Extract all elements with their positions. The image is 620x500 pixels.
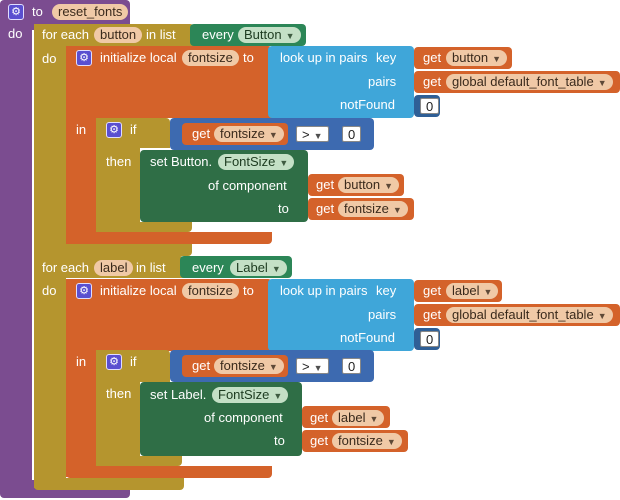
get-var-dropdown[interactable]: fontsize ▼ bbox=[332, 433, 402, 449]
get-label: get bbox=[310, 433, 329, 448]
get-label: get bbox=[316, 177, 335, 192]
chevron-down-icon: ▼ bbox=[369, 414, 379, 424]
get-label: get bbox=[423, 283, 442, 298]
number-field[interactable]: 0 bbox=[342, 126, 362, 142]
initialize-local-label: initialize local bbox=[100, 50, 177, 65]
procedure-to-label: to bbox=[32, 4, 43, 19]
lookup-label: look up in pairs bbox=[280, 283, 368, 298]
notfound-label: notFound bbox=[340, 330, 395, 345]
chevron-down-icon: ▼ bbox=[285, 31, 295, 41]
if-footer bbox=[96, 222, 192, 232]
set-label: set Label. bbox=[150, 387, 207, 402]
if-label: if bbox=[130, 122, 137, 137]
get-label: get bbox=[423, 50, 442, 65]
for-each-label: for each bbox=[42, 27, 89, 42]
loop-var-field[interactable]: label bbox=[94, 260, 134, 276]
number-field[interactable]: 0 bbox=[342, 358, 362, 374]
every-label: every bbox=[192, 260, 224, 275]
in-list-label: in list bbox=[136, 260, 166, 275]
get-label: get bbox=[310, 410, 329, 425]
chevron-down-icon: ▼ bbox=[313, 131, 323, 141]
chevron-down-icon: ▼ bbox=[597, 78, 607, 88]
get-label: get bbox=[423, 74, 442, 89]
of-component-label: of component bbox=[208, 178, 287, 193]
component-type-dropdown[interactable]: Label ▼ bbox=[230, 260, 287, 276]
mutator-gear-icon[interactable]: ⚙ bbox=[8, 4, 24, 20]
procedure-do-label: do bbox=[8, 26, 23, 41]
mutator-gear-icon[interactable]: ⚙ bbox=[106, 122, 122, 138]
get-label: get bbox=[192, 358, 211, 373]
key-label: key bbox=[376, 50, 397, 65]
chevron-down-icon: ▼ bbox=[268, 130, 278, 140]
chevron-down-icon: ▼ bbox=[483, 287, 493, 297]
set-to-label: to bbox=[274, 433, 285, 448]
chevron-down-icon: ▼ bbox=[271, 264, 281, 274]
mutator-gear-icon[interactable]: ⚙ bbox=[76, 50, 92, 66]
chevron-down-icon: ▼ bbox=[273, 391, 283, 401]
get-var-dropdown[interactable]: label ▼ bbox=[332, 410, 385, 426]
chevron-down-icon: ▼ bbox=[386, 437, 396, 447]
get-var-dropdown[interactable]: button ▼ bbox=[446, 50, 508, 66]
chevron-down-icon: ▼ bbox=[597, 311, 607, 321]
get-label: get bbox=[423, 307, 442, 322]
get-var-dropdown[interactable]: fontsize ▼ bbox=[214, 126, 284, 142]
loop-do-label: do bbox=[42, 283, 57, 298]
get-var-dropdown[interactable]: button ▼ bbox=[338, 177, 400, 193]
number-field[interactable]: 0 bbox=[420, 331, 440, 347]
number-field[interactable]: 0 bbox=[420, 98, 440, 114]
pairs-label: pairs bbox=[368, 307, 397, 322]
get-var-dropdown[interactable]: fontsize ▼ bbox=[338, 201, 408, 217]
initialize-local-arm bbox=[66, 46, 96, 244]
pairs-label: pairs bbox=[368, 74, 397, 89]
notfound-label: notFound bbox=[340, 97, 395, 112]
set-label: set Button. bbox=[150, 154, 213, 169]
for-each-label-footer bbox=[34, 478, 184, 490]
loop-do-label: do bbox=[42, 51, 57, 66]
chevron-down-icon: ▼ bbox=[384, 181, 394, 191]
chevron-down-icon: ▼ bbox=[392, 205, 402, 215]
if-label: if bbox=[130, 354, 137, 369]
chevron-down-icon: ▼ bbox=[268, 362, 278, 372]
initialize-local-arm bbox=[66, 279, 96, 477]
chevron-down-icon: ▼ bbox=[492, 54, 502, 64]
property-dropdown[interactable]: FontSize ▼ bbox=[212, 387, 289, 403]
in-list-label: in list bbox=[146, 27, 176, 42]
global-var-dropdown[interactable]: global default_font_table ▼ bbox=[446, 74, 613, 90]
get-var-dropdown[interactable]: fontsize ▼ bbox=[214, 358, 284, 374]
local-var-field[interactable]: fontsize bbox=[182, 50, 239, 66]
then-label: then bbox=[106, 386, 132, 401]
initialize-local-footer bbox=[66, 466, 272, 478]
for-each-label: for each bbox=[42, 260, 89, 275]
loop-var-field[interactable]: button bbox=[94, 27, 143, 43]
in-label: in bbox=[76, 122, 87, 137]
initialize-local-footer bbox=[66, 232, 272, 244]
global-var-dropdown[interactable]: global default_font_table ▼ bbox=[446, 307, 613, 323]
then-label: then bbox=[106, 154, 132, 169]
procedure-name-field[interactable]: reset_fonts bbox=[52, 4, 129, 20]
set-to-label: to bbox=[278, 201, 289, 216]
key-label: key bbox=[376, 283, 397, 298]
for-each-button-footer bbox=[34, 244, 192, 256]
operator-dropdown[interactable]: > ▼ bbox=[296, 126, 329, 142]
get-label: get bbox=[192, 126, 211, 141]
property-dropdown[interactable]: FontSize ▼ bbox=[218, 154, 295, 170]
get-var-dropdown[interactable]: label ▼ bbox=[446, 283, 499, 299]
procedure-body-arm bbox=[0, 22, 32, 492]
every-label: every bbox=[202, 27, 234, 42]
mutator-gear-icon[interactable]: ⚙ bbox=[76, 283, 92, 299]
init-to-label: to bbox=[243, 283, 254, 298]
component-type-dropdown[interactable]: Button ▼ bbox=[238, 27, 301, 43]
if-footer bbox=[96, 456, 182, 466]
chevron-down-icon: ▼ bbox=[279, 158, 289, 168]
initialize-local-label: initialize local bbox=[100, 283, 177, 298]
local-var-field[interactable]: fontsize bbox=[182, 283, 239, 299]
lookup-label: look up in pairs bbox=[280, 50, 368, 65]
get-label: get bbox=[316, 201, 335, 216]
operator-dropdown[interactable]: > ▼ bbox=[296, 358, 329, 374]
chevron-down-icon: ▼ bbox=[313, 363, 323, 373]
init-to-label: to bbox=[243, 50, 254, 65]
mutator-gear-icon[interactable]: ⚙ bbox=[106, 354, 122, 370]
of-component-label: of component bbox=[204, 410, 283, 425]
in-label: in bbox=[76, 354, 87, 369]
